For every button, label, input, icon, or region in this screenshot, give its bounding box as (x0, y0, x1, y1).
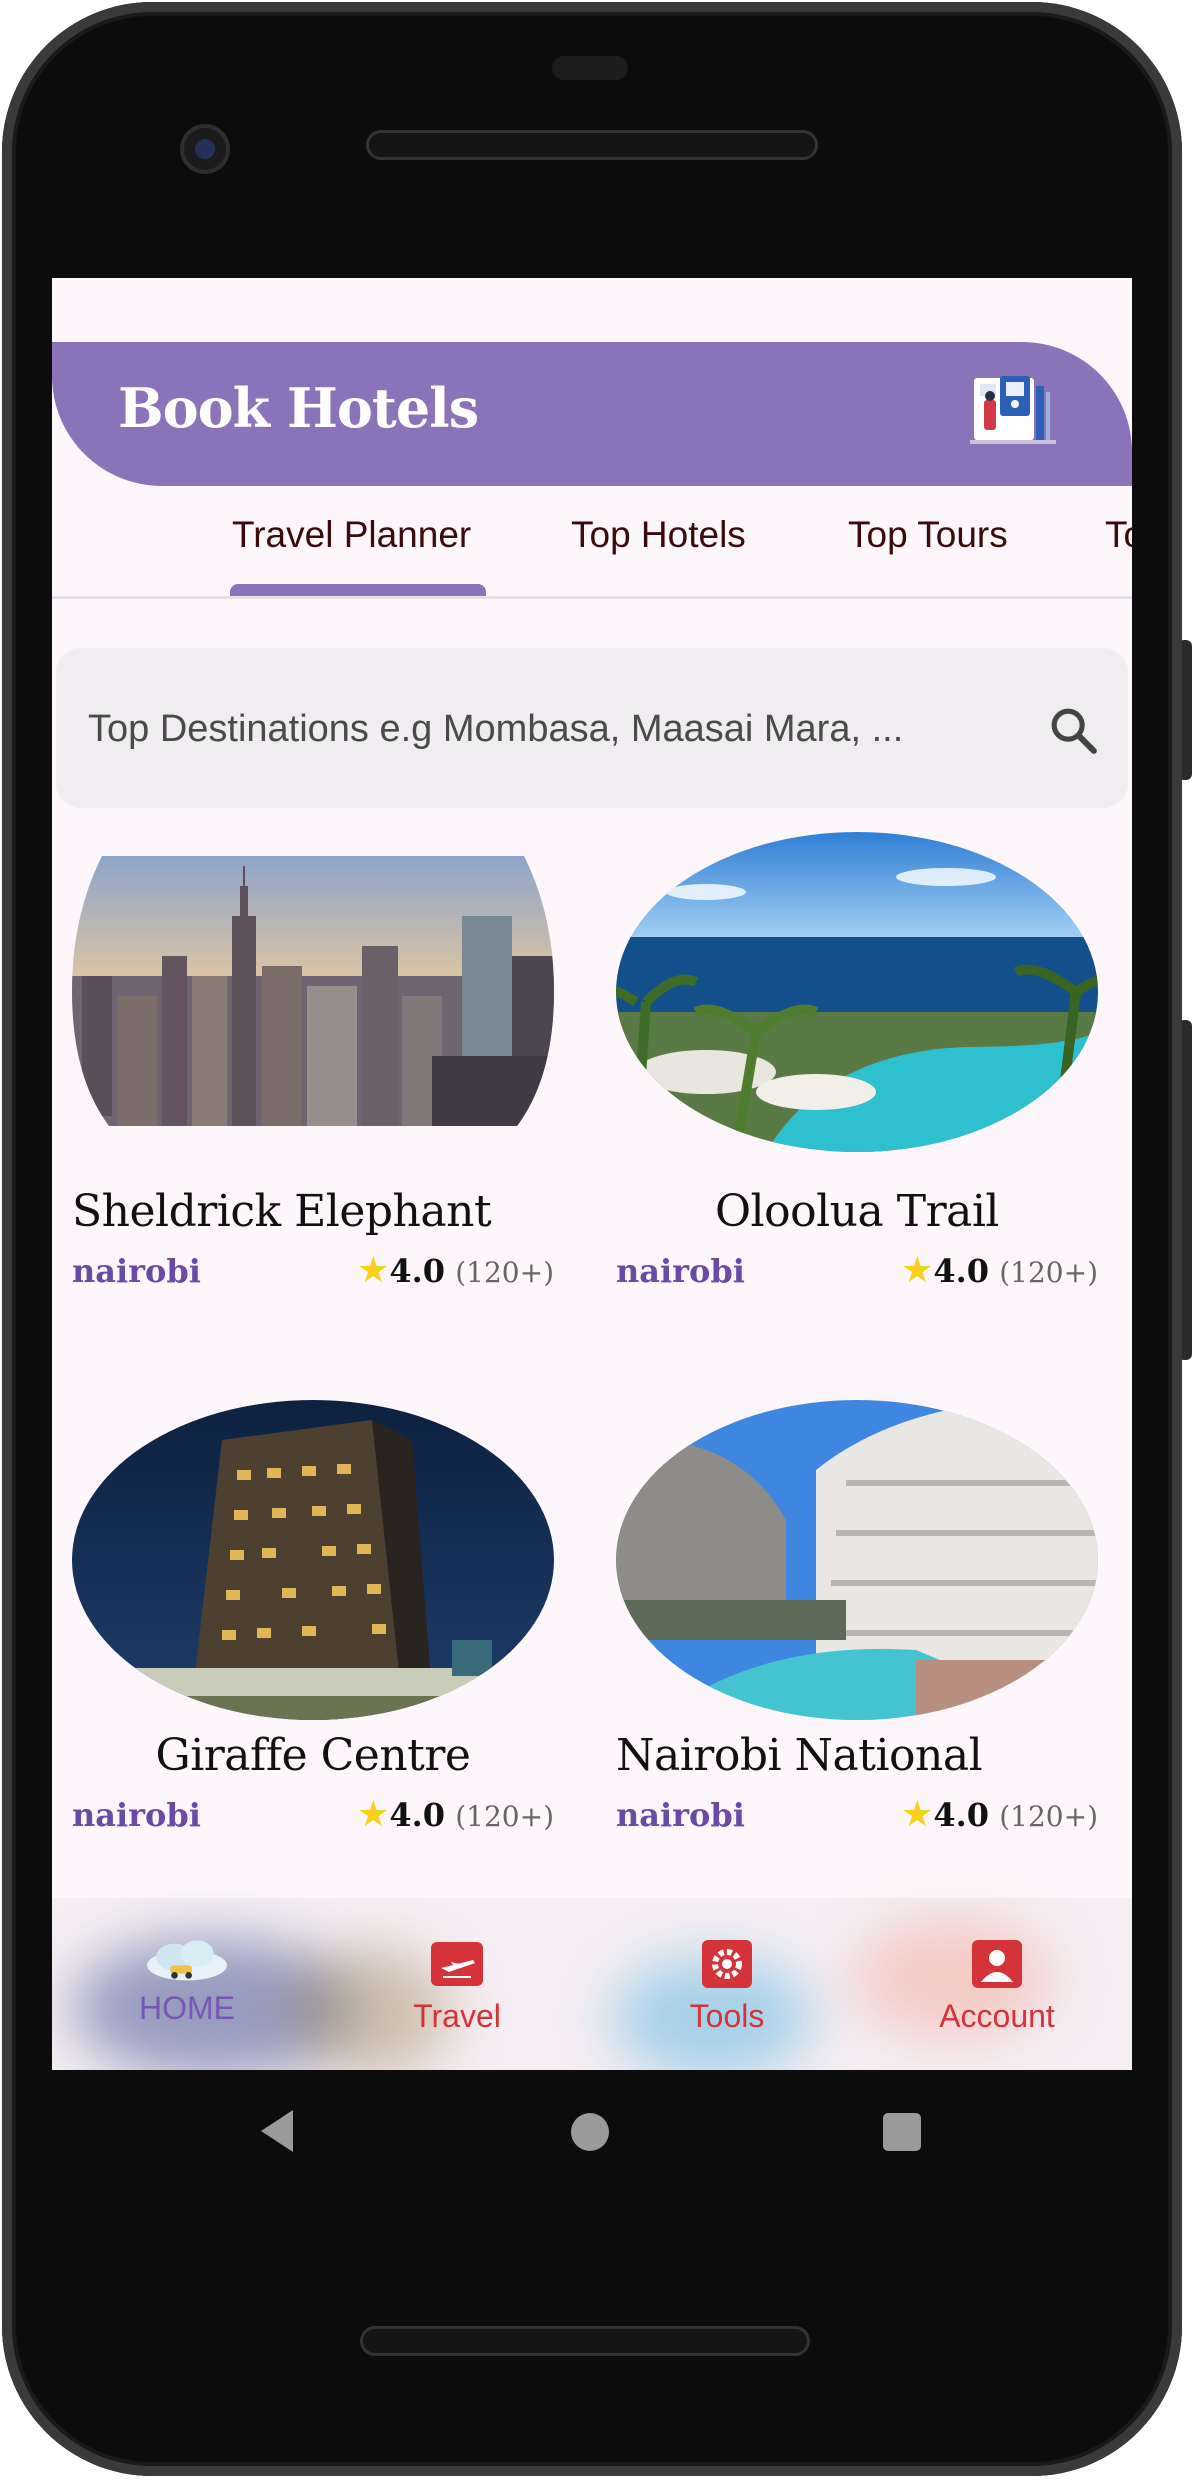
tab-top-hotels[interactable]: Top Hotels (571, 514, 746, 556)
city-skyline-image (72, 856, 554, 1126)
nav-label: Travel (413, 1998, 501, 2034)
nav-travel[interactable]: Travel (322, 1898, 592, 2070)
rating-count: (120+) (999, 1800, 1098, 1833)
rating-value: 4.0 (933, 1796, 990, 1834)
tab-more[interactable]: To (1105, 514, 1132, 556)
phone-frame: Book Hotels Travel Planner Top Hotels To… (0, 0, 1194, 2480)
hotel-building-night-image (72, 1400, 554, 1720)
resort-pool-image (616, 832, 1098, 1152)
nav-tools[interactable]: Tools (592, 1898, 862, 2070)
card-rating: ★4.0 (120+) (901, 1250, 1098, 1291)
card-rating: ★4.0 (120+) (901, 1794, 1098, 1835)
destination-card[interactable]: Giraffe Centre nairobi ★4.0 (120+) (72, 1400, 554, 1840)
card-location: nairobi (72, 1796, 201, 1834)
hotel-booking-illustration-icon (970, 376, 1056, 444)
search-input[interactable] (86, 698, 990, 760)
airplane-icon (431, 1942, 483, 1986)
nav-label: HOME (139, 1990, 235, 2026)
star-icon: ★ (901, 1794, 934, 1835)
card-title: Oloolua Trail (714, 1186, 1000, 1237)
card-location: nairobi (72, 1252, 201, 1290)
front-camera (180, 124, 230, 174)
account-icon (972, 1940, 1022, 1988)
rating-value: 4.0 (389, 1252, 446, 1290)
search-icon[interactable] (1046, 703, 1102, 759)
page-title: Book Hotels (118, 376, 479, 440)
back-icon[interactable] (257, 2108, 297, 2154)
card-title: Nairobi National (616, 1730, 983, 1781)
nav-label: Tools (689, 1998, 765, 2034)
search-bar (56, 648, 1128, 808)
bottom-navigation: HOME Travel Tools Account (52, 1898, 1132, 2070)
destination-card[interactable]: Nairobi National nairobi ★4.0 (120+) (616, 1400, 1098, 1840)
earpiece-speaker (366, 130, 818, 160)
rating-value: 4.0 (389, 1796, 446, 1834)
tab-top-tours[interactable]: Top Tours (848, 514, 1008, 556)
status-bar (52, 278, 1132, 338)
star-icon: ★ (357, 1250, 390, 1291)
active-tab-indicator (230, 584, 486, 596)
nav-label: Account (939, 1998, 1055, 2034)
destination-card[interactable]: Oloolua Trail nairobi ★4.0 (120+) (616, 832, 1098, 1296)
sensor (552, 56, 628, 80)
nav-home[interactable]: HOME (52, 1898, 322, 2070)
card-rating: ★4.0 (120+) (357, 1250, 554, 1291)
rating-count: (120+) (455, 1800, 554, 1833)
nav-account[interactable]: Account (862, 1898, 1132, 2070)
recents-icon[interactable] (882, 2112, 922, 2152)
destination-card[interactable]: Sheldrick Elephant nairobi ★4.0 (120+) (72, 856, 554, 1296)
home-circle-icon[interactable] (570, 2112, 610, 2152)
card-location: nairobi (616, 1252, 745, 1290)
star-icon: ★ (357, 1794, 390, 1835)
rating-count: (120+) (999, 1256, 1098, 1289)
app-header: Book Hotels (52, 342, 1132, 486)
star-icon: ★ (901, 1250, 934, 1291)
card-title: Giraffe Centre (155, 1730, 471, 1781)
card-title: Sheldrick Elephant (72, 1186, 492, 1237)
category-tabs: Travel Planner Top Hotels Top Tours To (52, 496, 1132, 599)
bottom-speaker (360, 2326, 810, 2356)
hotel-pool-image (616, 1400, 1098, 1720)
system-navigation-bar (52, 2070, 1132, 2200)
home-illustration-icon (147, 1940, 227, 1981)
app-screen: Book Hotels Travel Planner Top Hotels To… (52, 278, 1132, 2070)
card-location: nairobi (616, 1796, 745, 1834)
gear-icon (702, 1940, 752, 1988)
tab-travel-planner[interactable]: Travel Planner (232, 514, 471, 556)
rating-value: 4.0 (933, 1252, 990, 1290)
rating-count: (120+) (455, 1256, 554, 1289)
card-rating: ★4.0 (120+) (357, 1794, 554, 1835)
